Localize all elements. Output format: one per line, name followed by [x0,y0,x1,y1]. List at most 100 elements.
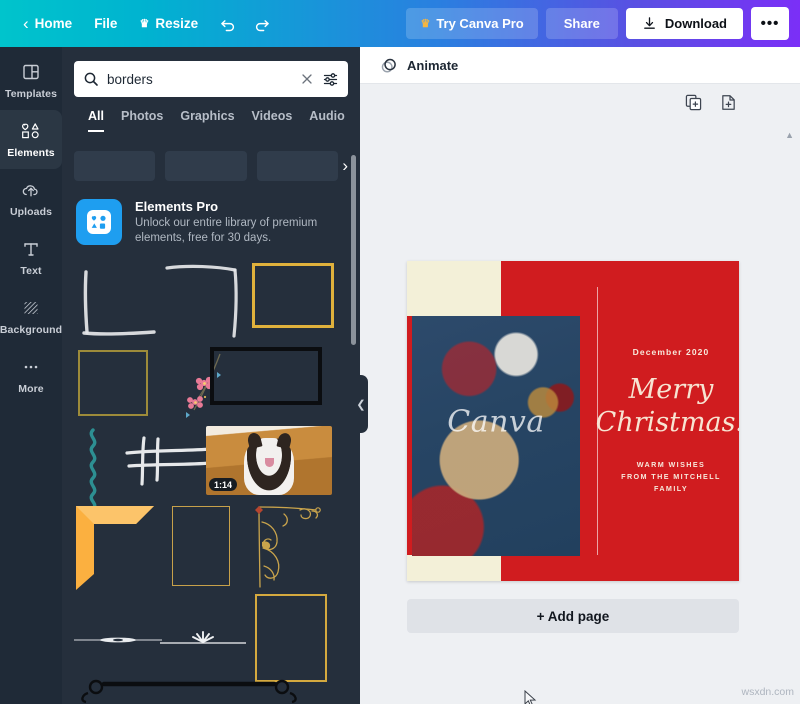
card-greeting-line2: Christmas! [595,407,739,438]
element-thumbnail-orange-corner[interactable] [74,504,156,595]
category-chip-row: › [62,143,360,181]
collapse-panel-handle[interactable]: ❮ [354,375,368,433]
card-cream-block-bottom [407,555,501,581]
share-button[interactable]: Share [545,8,618,39]
duplicate-page-icon[interactable] [685,94,702,111]
element-thumbnail-brush-cross[interactable] [124,436,216,493]
panel-scroll-area: › Elements Pro Unlock our entire library… [62,143,360,704]
sidebar-item-label: Uploads [9,205,53,218]
animate-toolbar: Animate [360,47,800,84]
panel-scrollbar[interactable] [351,155,356,345]
elements-pro-banner[interactable]: Elements Pro Unlock our entire library o… [62,181,360,250]
elements-pro-text: Elements Pro Unlock our entire library o… [135,199,346,246]
sidebar-item-more[interactable]: More [0,346,62,405]
photo-watermark: Canva [447,404,545,440]
sidebar-item-text[interactable]: Text [0,228,62,287]
try-canva-pro-button[interactable]: ♛ Try Canva Pro [406,8,538,39]
tab-graphics[interactable]: Graphics [180,109,234,132]
download-button[interactable]: Download [625,8,743,39]
chevron-left-icon: ❮ [356,398,366,411]
elements-panel: All Photos Graphics Videos Audio › [62,47,360,704]
download-icon [644,17,655,29]
animate-label: Animate [407,57,459,73]
upload-cloud-icon [20,180,42,201]
home-label: Home [34,16,73,31]
add-page-icon[interactable] [720,94,737,111]
tab-videos[interactable]: Videos [252,109,293,132]
category-chip[interactable] [256,151,339,181]
element-thumbnail-ornate-corner[interactable] [254,504,326,595]
search-icon [83,71,99,87]
top-toolbar-left: ‹ Home File ♛ Resize [0,8,277,39]
file-menu-button[interactable]: File [83,9,128,38]
element-thumbnail-black-frame[interactable] [210,347,322,405]
elements-pro-subtitle: Unlock our entire library of premium ele… [135,217,318,244]
file-label: File [94,16,118,31]
video-duration-badge: 1:14 [209,478,238,491]
element-thumbnail-olive-frame[interactable] [78,350,148,416]
elements-icon [20,121,42,142]
card-greeting: Merry Christmas! [596,373,739,439]
sidebar-item-uploads[interactable]: Uploads [0,169,62,228]
element-thumbnail-divider-line[interactable] [72,630,164,655]
sidebar-item-label: More [18,382,44,395]
chevron-right-icon[interactable]: › [340,156,348,176]
element-thumbnail-starburst-divider[interactable] [158,628,248,657]
resize-label: Resize [155,16,199,31]
element-thumbnail-brush-corner[interactable] [76,270,158,355]
more-dots-icon [20,357,42,378]
filter-sliders-icon[interactable] [322,71,339,88]
card-wish-line1: WARM WISHES [636,460,706,469]
left-rail: Templates Elements Uploads Text Backgrou… [0,47,62,704]
site-watermark: wsxdn.com [741,686,794,698]
try-pro-label: Try Canva Pro [436,16,524,31]
close-icon[interactable] [300,72,314,86]
sidebar-item-label: Text [20,264,42,277]
home-button[interactable]: ‹ Home [12,8,83,39]
sidebar-item-elements[interactable]: Elements [0,110,62,169]
element-thumbnail-ornate-rod[interactable] [78,675,298,704]
undo-icon [221,19,235,31]
tab-audio[interactable]: Audio [309,109,344,132]
search-bar[interactable] [74,61,348,97]
sidebar-item-label: Elements [7,146,55,159]
search-section: All Photos Graphics Videos Audio [62,47,360,132]
card-text-block: December 2020 Merry Christmas! WARM WISH… [596,261,739,581]
category-chip[interactable] [165,151,247,181]
elements-grid: 1:14 [62,250,360,704]
main-area: Animate Canva December 2020 Merry Christ… [360,47,800,704]
sidebar-item-templates[interactable]: Templates [0,51,62,110]
more-options-button[interactable]: ••• [751,7,789,40]
add-page-button[interactable]: + Add page [407,599,739,633]
canvas-area: Canva December 2020 Merry Christmas! WAR… [360,84,800,704]
page-tools [685,94,737,111]
sidebar-item-label: Templates [4,87,58,100]
category-chip[interactable] [74,151,156,181]
resize-button[interactable]: ♛ Resize [128,9,209,38]
result-tabs: All Photos Graphics Videos Audio [74,97,348,132]
elements-pro-title: Elements Pro [135,199,219,214]
element-thumbnail-thin-gold-frame[interactable] [172,506,230,586]
undo-button[interactable] [213,9,243,39]
chevron-left-icon: ‹ [23,14,29,33]
more-dots-icon: ••• [760,15,780,32]
search-input[interactable] [107,71,292,87]
card-wish-line2: FROM THE MITCHELL FAMILY [621,472,721,493]
design-page[interactable]: Canva December 2020 Merry Christmas! WAR… [407,261,739,581]
element-thumbnail-teal-wave[interactable] [80,428,106,515]
share-label: Share [563,16,600,31]
element-thumbnail-gold-portrait-frame[interactable] [255,594,327,682]
sidebar-item-label: Background [0,323,63,336]
card-wishes: WARM WISHES FROM THE MITCHELL FAMILY [603,459,739,495]
animate-button[interactable]: Animate [374,52,464,79]
sidebar-item-background[interactable]: Background [0,287,62,346]
animate-circles-icon [381,58,396,72]
element-thumbnail-brush-frame[interactable] [165,262,243,347]
redo-button[interactable] [247,9,277,39]
element-thumbnail-gold-frame[interactable] [252,263,334,328]
top-toolbar-right: ♛ Try Canva Pro Share Download ••• [406,7,800,40]
caret-up-icon[interactable]: ▲ [785,130,794,140]
tab-all[interactable]: All [88,109,104,132]
element-thumbnail-video[interactable]: 1:14 [206,426,332,495]
tab-photos[interactable]: Photos [121,109,163,132]
